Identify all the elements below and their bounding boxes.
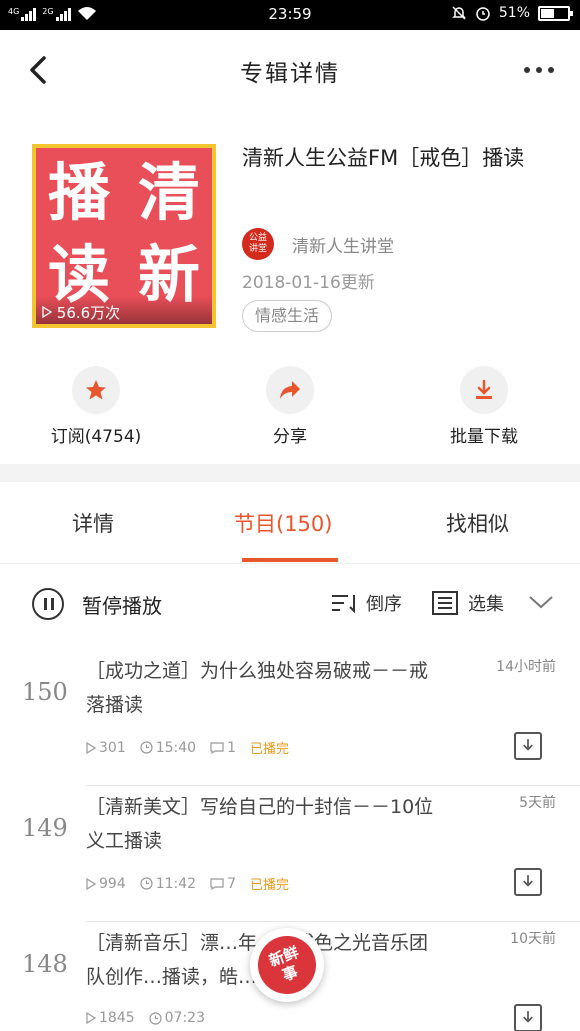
select-episodes-button[interactable]: 选集 bbox=[432, 590, 504, 616]
avatar-text-2: 讲堂 bbox=[248, 244, 267, 254]
update-date: 2018-01-16更新 bbox=[242, 273, 375, 293]
play-count-value: 56.6万次 bbox=[56, 304, 121, 322]
download-icon-wrap bbox=[460, 366, 508, 414]
episode-title[interactable]: ［清新美文］写给自己的十封信－－10位义工播读 bbox=[86, 790, 446, 858]
author-avatar[interactable]: 公益 讲堂 bbox=[242, 228, 274, 260]
episode-plays: 1845 bbox=[99, 1010, 135, 1026]
play-icon bbox=[86, 741, 96, 754]
tab-similar[interactable]: 找相似 bbox=[446, 508, 509, 538]
nav-bar: 专辑详情 bbox=[0, 30, 580, 112]
pause-label[interactable]: 暂停播放 bbox=[82, 590, 162, 619]
episode-comments: 7 bbox=[227, 875, 237, 892]
played-status: 已播完 bbox=[250, 742, 290, 757]
section-divider bbox=[0, 464, 580, 482]
episode-title[interactable]: ［成功之道］为什么独处容易破戒－－戒落播读 bbox=[86, 654, 446, 722]
episode-number: 149 bbox=[22, 814, 68, 842]
episode-row[interactable]: 149 ［清新美文］写给自己的十封信－－10位义工播读 5天前 994 11:4… bbox=[0, 786, 580, 922]
episode-duration: 11:42 bbox=[155, 875, 197, 892]
subscribe-icon-wrap bbox=[72, 366, 120, 414]
more-dots-icon[interactable] bbox=[522, 58, 556, 82]
episode-row[interactable]: 150 ［成功之道］为什么独处容易破戒－－戒落播读 14小时前 301 15:4… bbox=[0, 650, 580, 786]
mute-bell-icon bbox=[452, 6, 466, 20]
battery-icon bbox=[538, 5, 573, 21]
list-icon bbox=[432, 591, 458, 615]
sort-icon bbox=[332, 595, 355, 614]
episode-meta: 301 15:40 1 已播完 bbox=[86, 738, 289, 757]
batch-download-button[interactable]: 批量下载 bbox=[414, 366, 554, 447]
select-label: 选集 bbox=[468, 594, 504, 615]
album-cover[interactable]: 清 播 读 新 56.6万次 bbox=[32, 144, 216, 328]
tab-bar: 详情 节目(150) 找相似 bbox=[0, 482, 580, 564]
subscribe-label: 订阅(4754) bbox=[50, 427, 142, 447]
episode-plays: 301 bbox=[99, 739, 126, 756]
album-cover-art: 清 播 读 新 56.6万次 bbox=[36, 148, 212, 324]
status-bar: 4G 2G 23:59 51% bbox=[0, 0, 580, 30]
star-icon bbox=[86, 380, 106, 400]
episode-meta: 1845 07:23 bbox=[86, 1010, 205, 1026]
promo-text-2: 事 bbox=[279, 962, 301, 985]
share-label: 分享 bbox=[273, 427, 307, 447]
play-icon bbox=[86, 1012, 96, 1024]
episode-time-ago: 10天前 bbox=[510, 931, 556, 947]
episode-meta: 994 11:42 7 已播完 bbox=[86, 874, 289, 893]
episode-duration: 15:40 bbox=[155, 739, 197, 756]
subscribe-button[interactable]: 订阅(4754) bbox=[26, 366, 166, 447]
play-count: 56.6万次 bbox=[36, 296, 212, 324]
episode-duration: 07:23 bbox=[164, 1010, 205, 1026]
download-icon[interactable] bbox=[514, 1004, 542, 1031]
album-author[interactable]: 公益 讲堂 清新人生讲堂 bbox=[242, 228, 394, 260]
batch-download-label: 批量下载 bbox=[450, 427, 518, 447]
download-icon bbox=[476, 379, 492, 399]
playback-controls: 暂停播放 倒序 选集 bbox=[0, 580, 580, 628]
comment-icon bbox=[210, 741, 224, 754]
album-title: 清新人生公益FM［戒色］播读 bbox=[242, 146, 525, 170]
sort-button[interactable]: 倒序 bbox=[330, 590, 402, 616]
pause-icon[interactable] bbox=[32, 588, 64, 620]
chevron-down-icon[interactable] bbox=[528, 592, 554, 612]
avatar-text-1: 公益 bbox=[248, 233, 267, 243]
alarm-icon bbox=[476, 7, 490, 21]
download-icon[interactable] bbox=[514, 868, 542, 896]
share-button[interactable]: 分享 bbox=[220, 366, 360, 447]
episode-comments: 1 bbox=[227, 739, 237, 756]
category-tag[interactable]: 情感生活 bbox=[242, 300, 333, 332]
play-icon bbox=[86, 877, 96, 890]
share-arrow-icon bbox=[280, 381, 300, 399]
cover-glyph-1: 清 bbox=[137, 156, 200, 229]
comment-icon bbox=[210, 877, 224, 890]
episode-plays: 994 bbox=[99, 875, 126, 892]
play-count-icon bbox=[42, 305, 53, 319]
episode-time-ago: 14小时前 bbox=[496, 659, 556, 675]
clock-icon bbox=[140, 877, 153, 890]
battery-percent: 51% bbox=[498, 5, 530, 21]
episode-time-ago: 5天前 bbox=[519, 795, 556, 811]
author-name[interactable]: 清新人生讲堂 bbox=[292, 232, 394, 257]
active-tab-indicator bbox=[242, 558, 338, 562]
clock-icon bbox=[149, 1011, 162, 1025]
clock-icon bbox=[140, 741, 153, 754]
sort-label: 倒序 bbox=[366, 594, 402, 615]
cover-glyph-3: 播 bbox=[47, 156, 110, 229]
download-icon[interactable] bbox=[514, 732, 542, 760]
played-status: 已播完 bbox=[250, 878, 290, 893]
promo-badge-logo: 新鲜 事 bbox=[249, 927, 325, 1003]
share-icon-wrap bbox=[266, 366, 314, 414]
floating-promo-badge[interactable]: 新鲜 事 bbox=[249, 927, 325, 1003]
episode-number: 150 bbox=[22, 678, 68, 706]
episode-number: 148 bbox=[22, 950, 68, 978]
album-actions: 订阅(4754) 分享 批量下载 bbox=[0, 366, 580, 456]
page-title: 专辑详情 bbox=[240, 61, 340, 87]
tab-details[interactable]: 详情 bbox=[72, 508, 114, 538]
tab-programs[interactable]: 节目(150) bbox=[234, 508, 332, 538]
